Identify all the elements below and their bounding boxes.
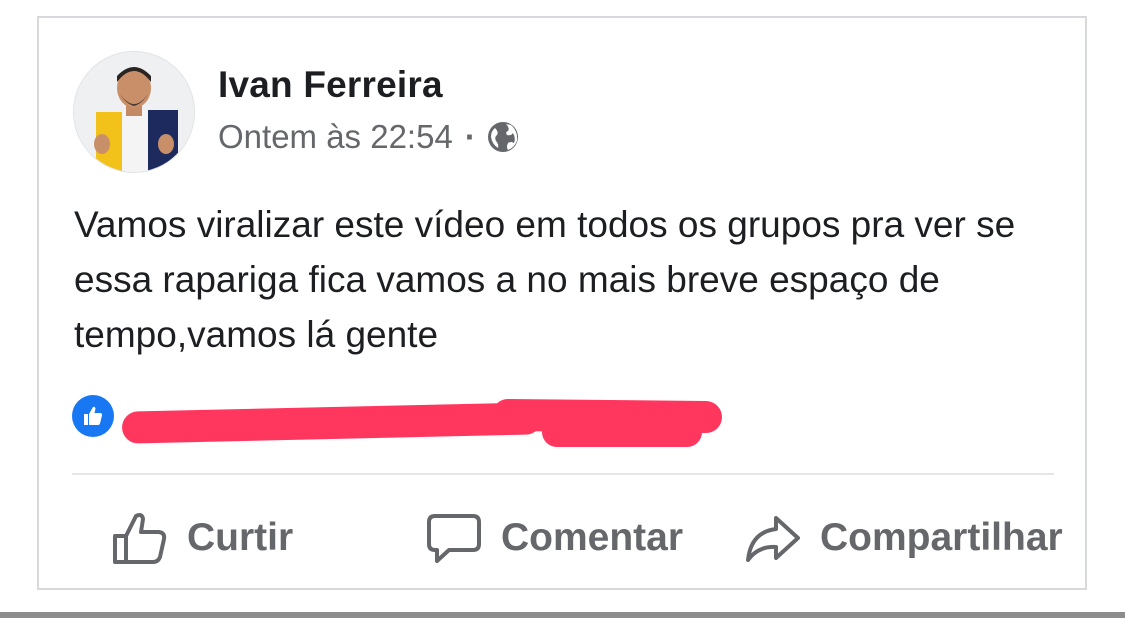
- screen-bottom-edge: [0, 612, 1125, 618]
- divider: [72, 473, 1054, 475]
- share-button-label: Compartilhar: [820, 516, 1063, 559]
- comment-button-label: Comentar: [501, 516, 684, 559]
- post-timestamp[interactable]: Ontem às 22:54: [218, 118, 453, 156]
- comment-icon: [427, 514, 481, 563]
- share-button[interactable]: Compartilhar: [744, 508, 1063, 568]
- redaction-mark: [121, 402, 543, 444]
- post-card: Ivan Ferreira Ontem às 22:54 · Vamos vir…: [37, 16, 1087, 590]
- avatar[interactable]: [73, 51, 195, 173]
- thumbs-up-icon: [113, 513, 167, 564]
- share-icon: [746, 516, 800, 562]
- redaction-mark: [542, 417, 702, 447]
- like-badge-icon: [72, 395, 114, 437]
- comment-button[interactable]: Comentar: [425, 508, 683, 568]
- post-text: Vamos viralizar este vídeo em todos os g…: [74, 204, 1016, 355]
- meta-separator: ·: [464, 118, 476, 155]
- like-button-label: Curtir: [187, 516, 294, 559]
- reactions-bar[interactable]: [72, 395, 723, 447]
- post-meta: Ontem às 22:54 ·: [218, 118, 520, 156]
- author-name[interactable]: Ivan Ferreira: [218, 64, 443, 106]
- globe-icon[interactable]: [486, 120, 520, 154]
- like-button[interactable]: Curtir: [111, 508, 293, 568]
